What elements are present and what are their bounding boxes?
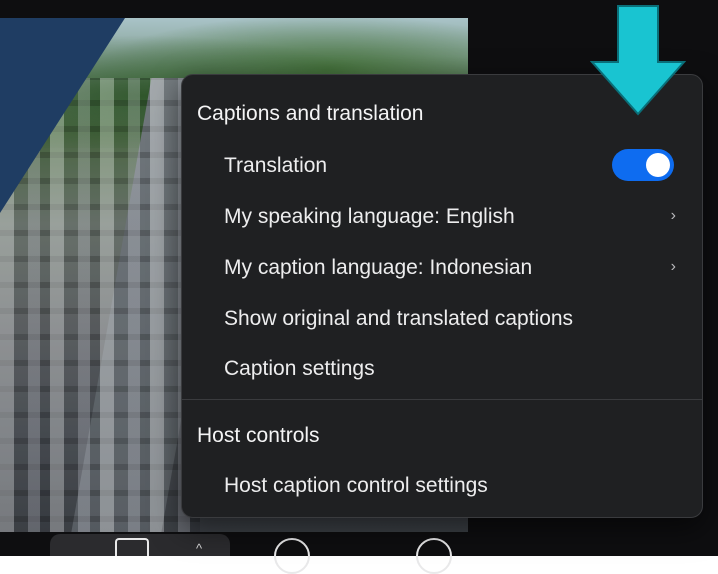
menu-item-caption-language[interactable]: My caption language: Indonesian [224,256,532,280]
captions-section-title: Captions and translation [197,102,424,125]
chevron-right-icon: › [670,258,676,275]
menu-item-show-original-translated[interactable]: Show original and translated captions [224,307,573,331]
chevron-up-icon[interactable]: ^ [196,541,202,556]
toggle-knob [646,153,670,177]
circle-icon[interactable] [416,538,452,574]
captions-menu: Captions and translation Translation My … [181,74,703,518]
cc-icon[interactable] [115,538,149,556]
chevron-right-icon: › [670,207,676,224]
menu-divider [182,399,702,400]
translation-toggle[interactable] [612,149,674,181]
menu-item-translation[interactable]: Translation [224,154,327,178]
menu-item-host-caption-control-settings[interactable]: Host caption control settings [224,474,488,498]
menu-item-speaking-language[interactable]: My speaking language: English [224,205,515,229]
arrow-down-icon [590,5,686,116]
logo-wedge [0,18,125,213]
host-section-title: Host controls [197,424,320,447]
circle-icon[interactable] [274,538,310,574]
menu-item-caption-settings[interactable]: Caption settings [224,357,375,381]
